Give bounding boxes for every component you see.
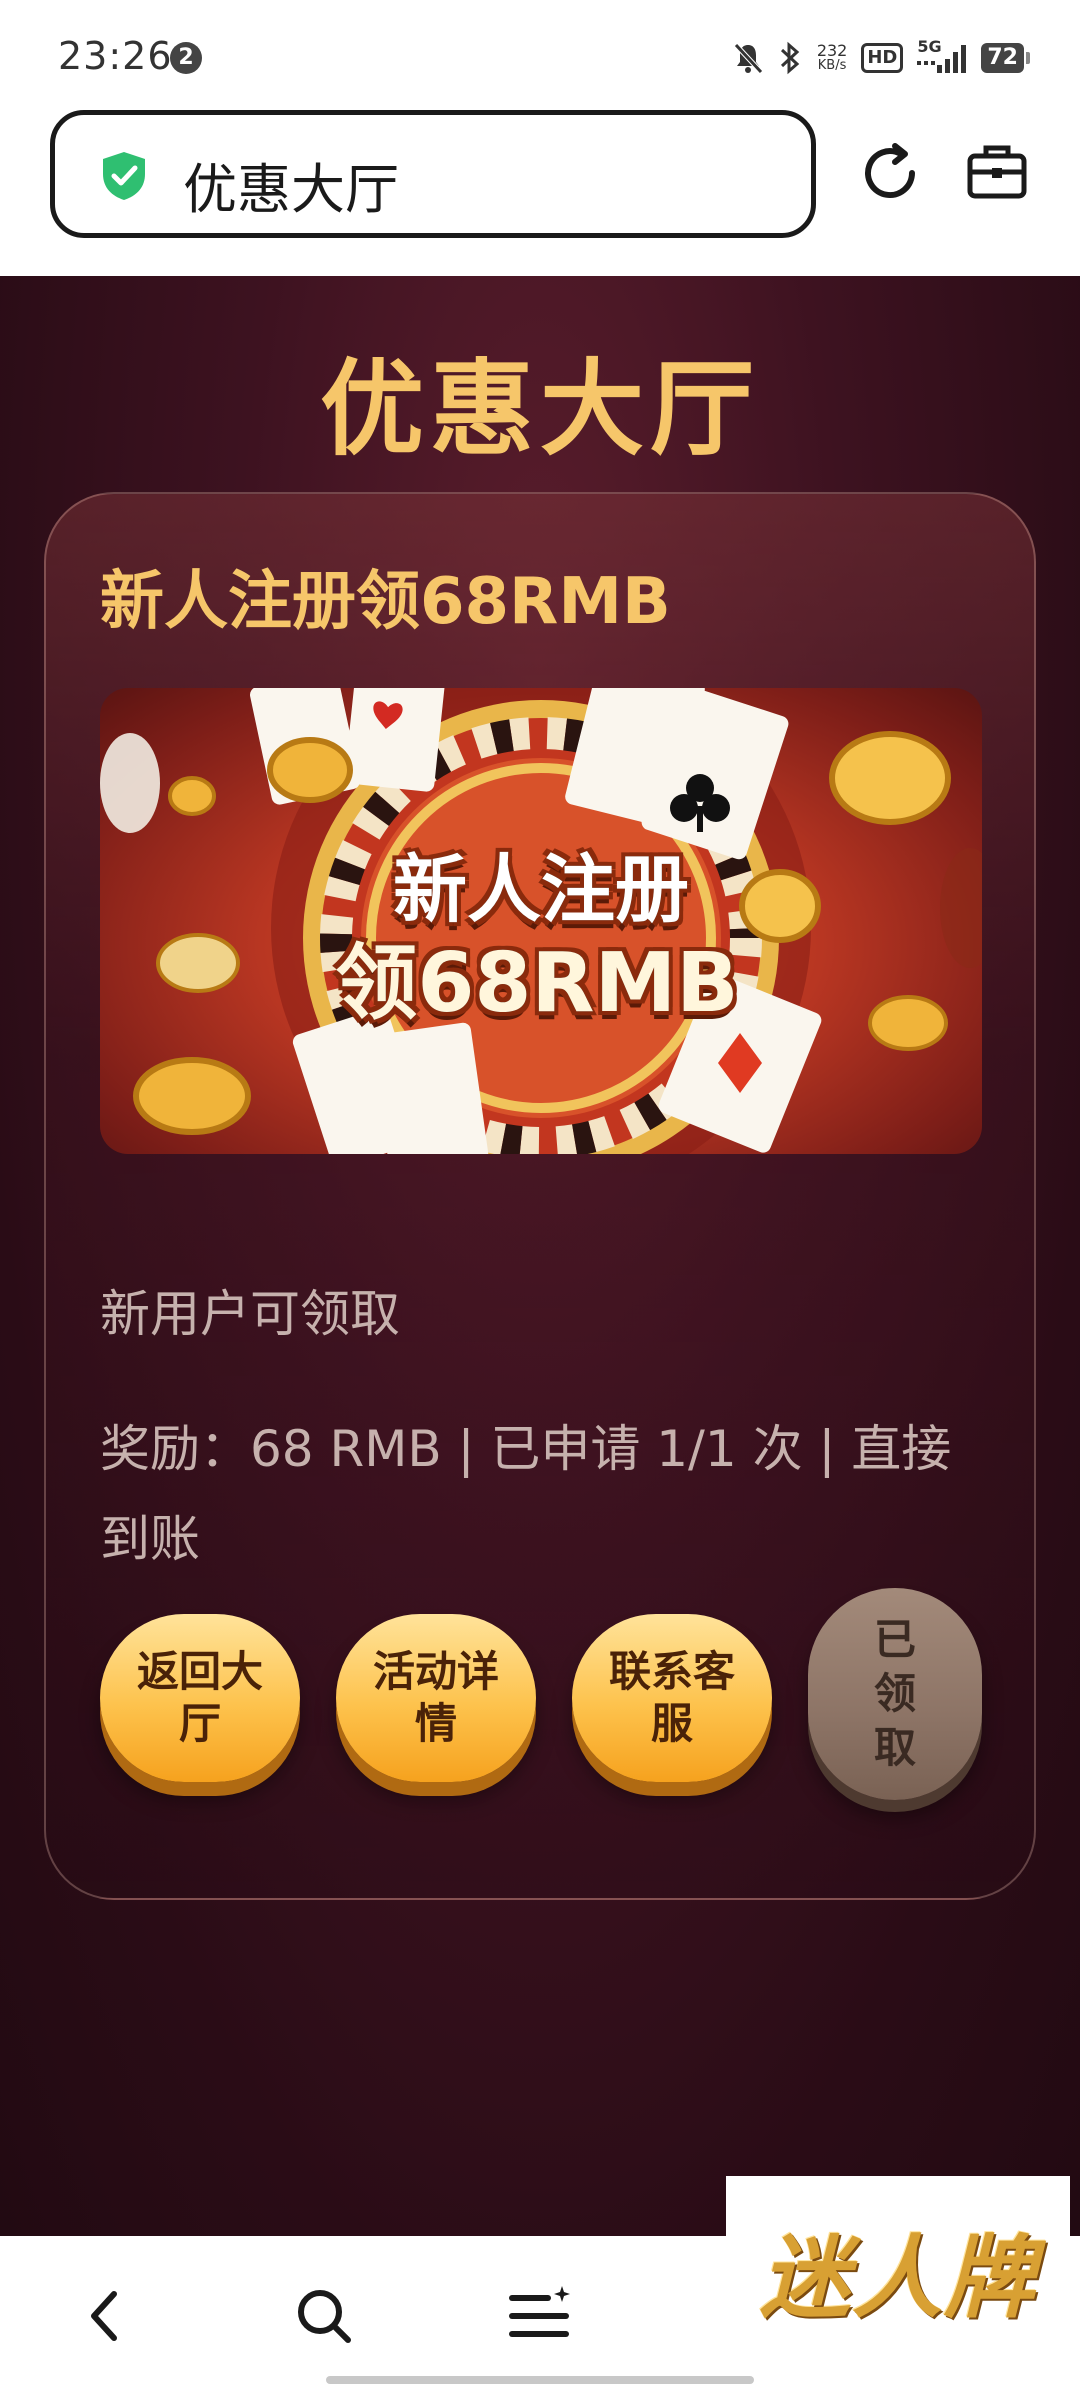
- brand-watermark: 迷人牌: [726, 2176, 1070, 2364]
- promo-hall-page: 优惠大厅 新人注册领68RMB 新人注册 领68RMB 新用户可领取 奖励：68…: [0, 276, 1080, 2236]
- eligibility-text: 新用户可领取: [100, 1285, 400, 1343]
- network-speed-value: 232: [816, 41, 848, 60]
- activity-details-button[interactable]: 活动详情: [336, 1614, 536, 1782]
- secure-shield-icon: [99, 150, 149, 202]
- url-text: 优惠大厅: [183, 158, 399, 221]
- promo-card: 新人注册领68RMB 新人注册 领68RMB 新用户可领取 奖励：68 RMB …: [44, 492, 1036, 1900]
- home-indicator[interactable]: [326, 2376, 754, 2384]
- status-icons: 232 KB/s HD 5G 72: [733, 37, 1030, 78]
- contact-service-button[interactable]: 联系客服: [572, 1614, 772, 1782]
- reward-details-text: 奖励：68 RMB | 已申请 1/1 次 | 直接到账: [100, 1420, 952, 1568]
- signal-5g-icon: 5G: [917, 37, 967, 75]
- bluetooth-icon: [777, 41, 803, 75]
- url-input[interactable]: 优惠大厅: [50, 110, 816, 238]
- notification-count-badge: 2: [170, 42, 202, 74]
- hd-badge: HD: [861, 43, 904, 73]
- menu-icon[interactable]: [508, 2284, 572, 2344]
- claimed-button[interactable]: 已领取: [808, 1588, 982, 1800]
- mute-bell-icon: [733, 42, 763, 74]
- browser-address-bar: 优惠大厅: [0, 110, 1080, 276]
- network-speed-unit: KB/s: [817, 58, 847, 73]
- toolbox-icon[interactable]: [962, 136, 1032, 206]
- page-title: 优惠大厅: [319, 348, 760, 470]
- search-icon[interactable]: [294, 2286, 354, 2346]
- battery-indicator: 72: [981, 43, 1030, 73]
- refresh-icon[interactable]: [855, 138, 925, 208]
- banner-amount: 领68RMB: [335, 936, 739, 1031]
- back-to-hall-button[interactable]: 返回大厅: [100, 1614, 300, 1782]
- network-speed: 232 KB/s: [816, 41, 848, 74]
- status-bar: 23:26 2 232 KB/s HD 5G 72: [0, 0, 1080, 110]
- status-time: 23:26: [58, 34, 173, 78]
- watermark-text: 迷人牌: [760, 2226, 1036, 2331]
- back-icon[interactable]: [80, 2286, 130, 2346]
- promo-card-title: 新人注册领68RMB: [100, 565, 671, 639]
- promo-banner-image: 新人注册 领68RMB: [100, 688, 982, 1154]
